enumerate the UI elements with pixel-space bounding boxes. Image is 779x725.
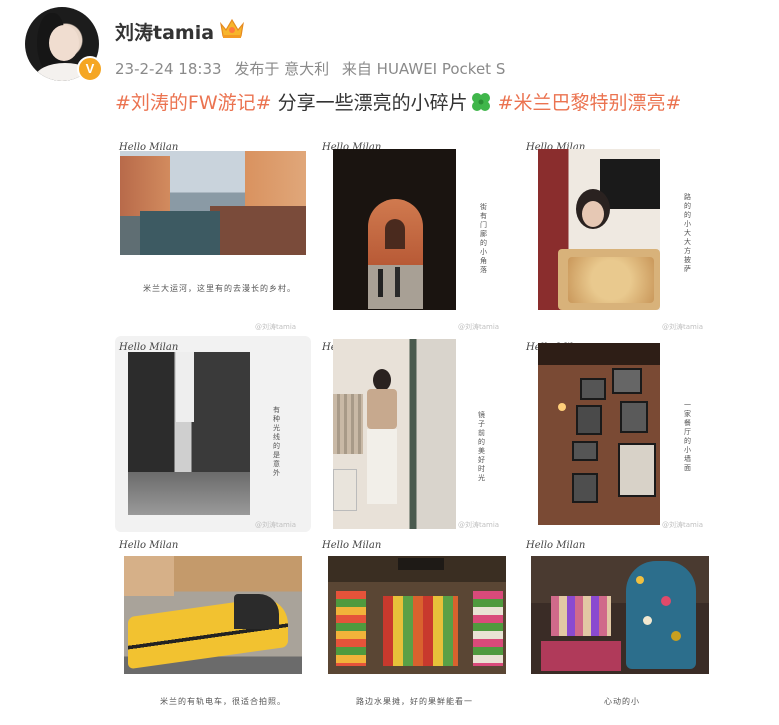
image-thumbnail-5[interactable]: Hello Milan 镜子前的美好时光 @刘涛tamia <box>318 336 514 532</box>
restaurant-wall-photo <box>538 343 660 525</box>
watermark: @刘涛tamia <box>255 521 297 529</box>
image-thumbnail-2[interactable]: Hello Milan 街有门廊的小角落 @刘涛tamia <box>318 138 514 333</box>
watermark: @刘涛tamia <box>255 323 297 331</box>
post-date[interactable]: 23-2-24 18:33 <box>115 60 222 78</box>
image-caption: 米兰大运河，这里有的去漫长的乡村。 <box>143 284 296 293</box>
username[interactable]: 刘涛tamia <box>115 18 214 45</box>
image-caption: 一家餐厅的小墙面 <box>684 401 691 472</box>
post-body-text: 分享一些漂亮的小碎片 <box>271 92 468 114</box>
image-thumbnail-8[interactable]: Hello Milan 路边水果摊，好的果鲜能看一 <box>318 536 514 716</box>
hashtag-fw-travel[interactable]: #刘涛的FW游记# <box>115 92 272 114</box>
clover-icon <box>471 93 490 111</box>
tram-photo <box>124 556 302 674</box>
image-caption: 有种光线的是意外 <box>273 406 280 477</box>
street-photo <box>128 352 250 515</box>
image-signature: Hello Milan <box>322 540 382 551</box>
post-text: #刘涛的FW游记# 分享一些漂亮的小碎片 #米兰巴黎特别漂亮# <box>115 88 681 115</box>
image-thumbnail-1[interactable]: Hello Milan 米兰大运河，这里有的去漫长的乡村。 @刘涛tamia <box>115 138 311 333</box>
watermark: @刘涛tamia <box>458 323 500 331</box>
avatar-face <box>49 25 79 61</box>
verified-badge: V <box>77 56 103 82</box>
image-caption: 街有门廊的小角落 <box>480 203 487 274</box>
image-thumbnail-9[interactable]: Hello Milan 心动的小 <box>522 536 718 716</box>
watermark: @刘涛tamia <box>458 521 500 529</box>
mirror-selfie-photo <box>333 339 456 529</box>
image-thumbnail-4[interactable]: Hello Milan 有种光线的是意外 @刘涛tamia <box>115 336 311 532</box>
pizza-photo <box>538 149 660 310</box>
image-caption: 米兰的有轨电车，很适合拍照。 <box>160 697 286 706</box>
post-source: 来自 HUAWEI Pocket S <box>341 60 506 78</box>
vip-crown-icon[interactable] <box>218 16 246 40</box>
jewelry-photo <box>531 556 709 674</box>
image-signature: Hello Milan <box>526 540 586 551</box>
image-caption: 镜子前的美好时光 <box>478 411 485 482</box>
post-meta: 23-2-24 18:33 发布于 意大利 来自 HUAWEI Pocket S <box>115 58 513 79</box>
image-caption: 路边水果摊，好的果鲜能看一 <box>356 697 473 706</box>
hashtag-milan-paris[interactable]: #米兰巴黎特别漂亮# <box>498 92 682 114</box>
fruit-stand-photo <box>328 556 506 674</box>
image-caption: 心动的小 <box>604 697 640 706</box>
post-location: 发布于 意大利 <box>234 60 330 78</box>
image-caption: 路的的小大大方披萨 <box>684 193 691 273</box>
watermark: @刘涛tamia <box>662 521 704 529</box>
watermark: @刘涛tamia <box>662 323 704 331</box>
archway-photo <box>333 149 456 310</box>
image-thumbnail-3[interactable]: Hello Milan 路的的小大大方披萨 @刘涛tamia <box>522 138 718 333</box>
canal-photo <box>120 151 306 255</box>
image-thumbnail-7[interactable]: Hello Milan 米兰的有轨电车，很适合拍照。 <box>115 536 311 716</box>
image-thumbnail-6[interactable]: Hello Milan 一家餐厅的小墙面 @刘涛tamia <box>522 336 718 532</box>
image-signature: Hello Milan <box>119 540 179 551</box>
